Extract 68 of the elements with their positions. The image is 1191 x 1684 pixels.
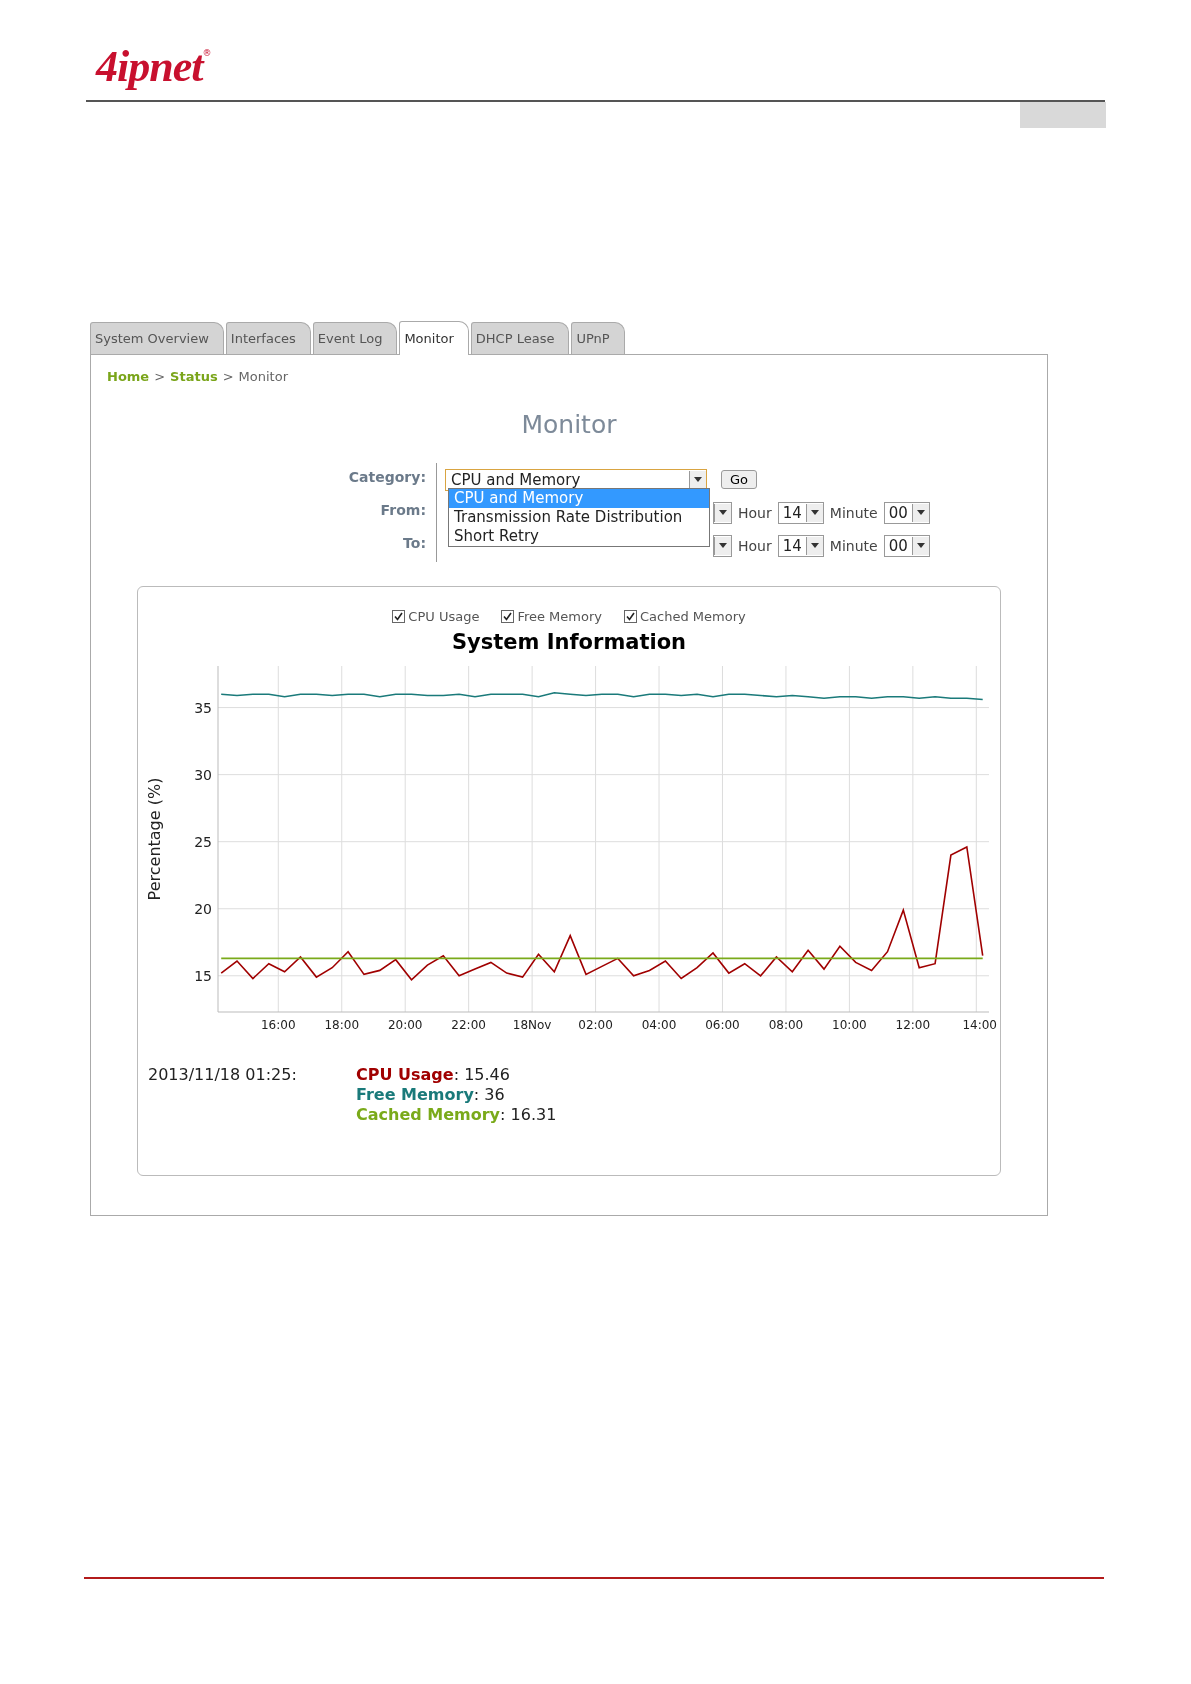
dropdown-option[interactable]: Short Retry <box>449 527 709 546</box>
x-tick-label: 18:00 <box>324 1018 360 1032</box>
x-tick-label: 22:00 <box>451 1018 486 1032</box>
x-tick-label: 16:00 <box>261 1018 296 1032</box>
x-tick-label: 08:00 <box>768 1018 804 1032</box>
legend-label: Free Memory <box>517 609 602 624</box>
checkbox[interactable] <box>624 610 637 623</box>
field-label: Minute <box>829 504 878 521</box>
x-tick-label: 10:00 <box>832 1018 867 1032</box>
x-tick-label: 18Nov <box>512 1018 552 1032</box>
y-axis-label: Percentage (%) <box>145 777 164 901</box>
day-dropdown[interactable] <box>713 534 732 557</box>
readout-label: CPU Usage <box>356 1065 454 1084</box>
checkbox[interactable] <box>501 610 515 623</box>
tab[interactable]: Monitor <box>399 321 469 355</box>
y-tick-label: 25 <box>194 833 212 850</box>
tab[interactable]: Event Log <box>312 322 398 354</box>
tab[interactable]: Interfaces <box>225 322 311 354</box>
x-tick-label: 06:00 <box>705 1018 740 1032</box>
field-label: Category: <box>107 463 437 496</box>
x-tick-label: 14:00 <box>962 1018 997 1032</box>
page-title: Monitor <box>520 410 618 439</box>
minute-dropdown[interactable]: 00 <box>883 534 930 557</box>
readout-value: : 16.31 <box>500 1105 557 1124</box>
tab[interactable]: UPnP <box>571 322 625 354</box>
field-label: To: <box>107 529 437 562</box>
field-label: From: <box>107 496 437 529</box>
breadcrumb-separator: > <box>154 369 166 384</box>
breadcrumb-current: Monitor <box>238 369 288 384</box>
caret-icon <box>911 503 929 522</box>
caret-icon <box>805 536 823 555</box>
x-tick-label: 20:00 <box>387 1018 423 1032</box>
field-label: Hour <box>738 504 772 521</box>
x-tick-label: 02:00 <box>578 1018 613 1032</box>
caret-icon <box>714 503 731 522</box>
day-dropdown[interactable] <box>713 501 732 524</box>
y-tick-label: 35 <box>194 699 212 716</box>
readout-time: 2013/11/18 01:25: <box>148 1065 298 1086</box>
x-tick-label: 12:00 <box>895 1018 931 1032</box>
y-tick-label: 15 <box>194 967 212 984</box>
caret-icon <box>805 503 823 522</box>
tab[interactable]: DHCP Lease <box>470 322 570 354</box>
caret-icon <box>911 536 929 555</box>
checkbox[interactable] <box>392 610 406 623</box>
dropdown-option[interactable]: Transmission Rate Distribution <box>449 508 709 527</box>
legend-label: CPU Usage <box>408 609 480 624</box>
category-dropdown[interactable]: CPU and Memory <box>445 468 707 491</box>
breadcrumb-separator: > <box>222 369 234 384</box>
minute-dropdown[interactable]: 00 <box>883 501 930 524</box>
readout-label: Free Memory <box>356 1085 474 1104</box>
readout-value: : 36 <box>473 1085 505 1104</box>
caret-icon <box>689 470 706 489</box>
logo: 4ipnet <box>94 41 203 92</box>
caret-icon <box>714 536 731 555</box>
hour-dropdown[interactable]: 14 <box>777 534 824 557</box>
chart-title: System Information <box>450 630 688 654</box>
y-tick-label: 20 <box>194 900 212 917</box>
readout-value: : 15.46 <box>453 1065 510 1084</box>
y-tick-label: 30 <box>194 766 212 783</box>
go-button[interactable]: Go <box>721 470 758 489</box>
tab[interactable]: System Overview <box>90 322 224 354</box>
x-tick-label: 04:00 <box>641 1018 677 1032</box>
hour-dropdown[interactable]: 14 <box>777 501 824 524</box>
legend-label: Cached Memory <box>640 609 746 624</box>
readout-label: Cached Memory <box>356 1105 501 1124</box>
field-label: Minute <box>829 537 878 554</box>
registered-mark: ® <box>202 48 212 58</box>
field-label: Hour <box>738 537 772 554</box>
